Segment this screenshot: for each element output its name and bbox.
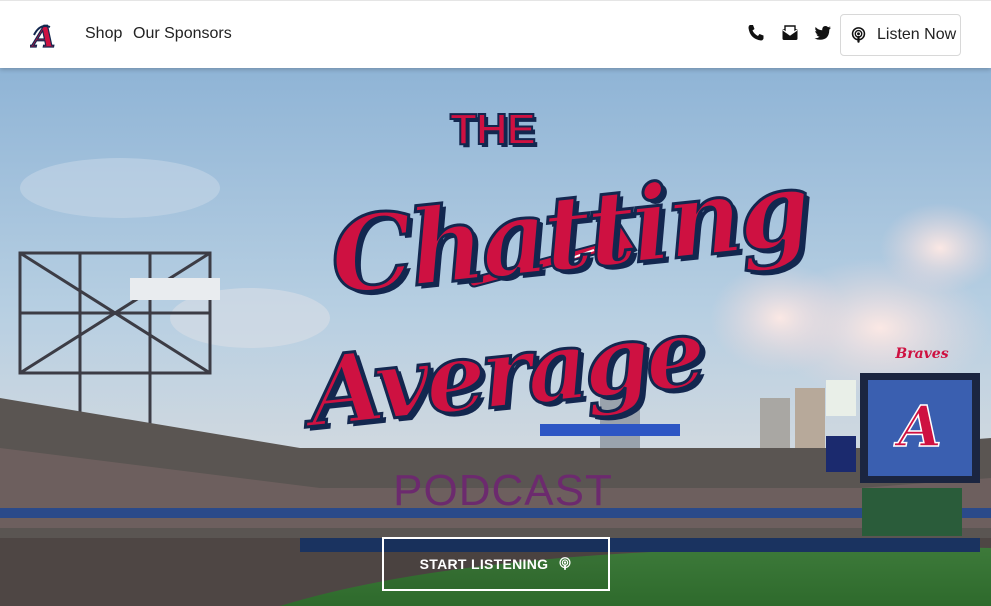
svg-text:A: A: [30, 20, 55, 53]
hero-title-podcast: PODCAST: [393, 466, 613, 515]
start-listening-label: START LISTENING: [419, 556, 549, 572]
envelope-icon[interactable]: [780, 23, 800, 43]
start-listening-button[interactable]: START LISTENING: [382, 537, 610, 591]
listen-now-label: Listen Now: [877, 26, 957, 43]
phone-icon[interactable]: [746, 23, 766, 43]
nav-link-our-sponsors[interactable]: Our Sponsors: [133, 25, 232, 43]
nav-link-shop[interactable]: Shop: [85, 25, 122, 43]
listen-now-button[interactable]: Listen Now: [840, 14, 961, 56]
svg-text:A: A: [893, 394, 941, 460]
podcast-icon: [851, 26, 866, 43]
hero-title-the: THE: [449, 104, 537, 155]
svg-text:Braves: Braves: [894, 346, 948, 362]
atlanta-a-logo-icon[interactable]: A: [30, 17, 64, 53]
podcast-icon: [559, 557, 571, 570]
top-navbar: A Shop Our Sponsors Listen Now: [0, 0, 991, 68]
twitter-icon[interactable]: [813, 23, 833, 43]
hero-section: A Braves THE Chatting Average PODCAST ST…: [0, 68, 991, 606]
